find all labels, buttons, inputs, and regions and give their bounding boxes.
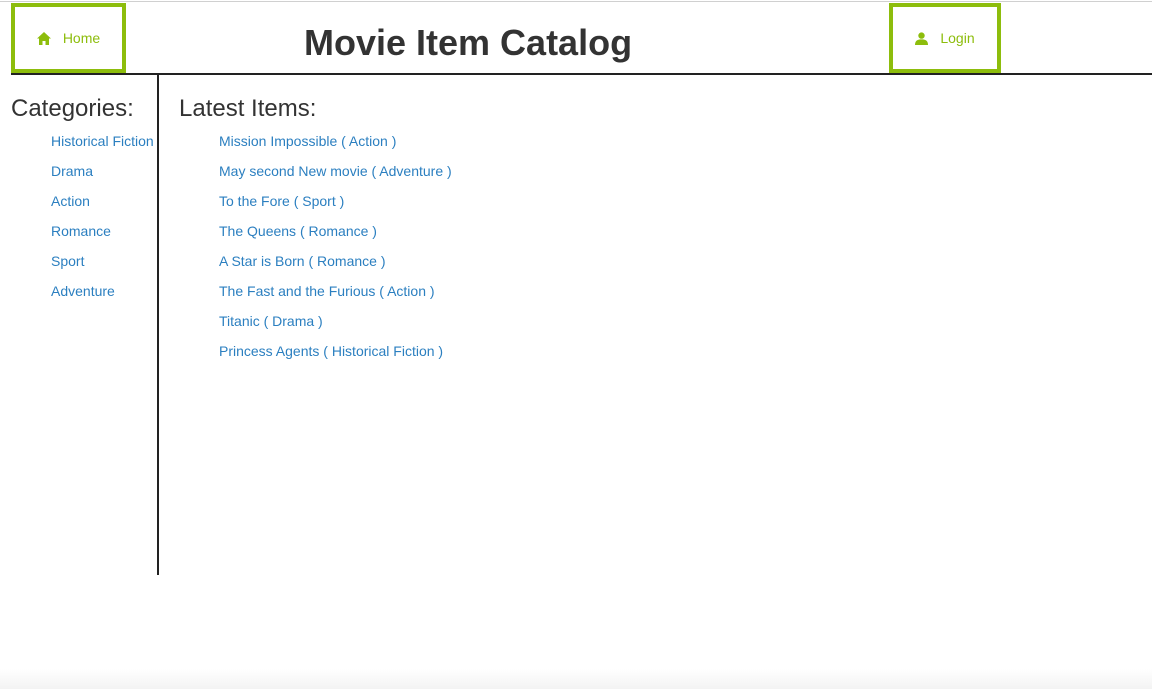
list-item: Titanic ( Drama ): [219, 311, 452, 341]
category-link-action[interactable]: Action: [51, 193, 90, 209]
category-item: Adventure: [51, 281, 156, 311]
categories-list: Historical Fiction Drama Action Romance …: [51, 131, 156, 311]
category-item: Historical Fiction: [51, 131, 156, 161]
categories-heading: Categories:: [11, 95, 134, 122]
category-link-drama[interactable]: Drama: [51, 163, 93, 179]
latest-items-heading: Latest Items:: [179, 95, 317, 122]
category-item: Romance: [51, 221, 156, 251]
login-button[interactable]: Login: [889, 3, 1001, 73]
list-item: The Queens ( Romance ): [219, 221, 452, 251]
category-link-adventure[interactable]: Adventure: [51, 283, 115, 299]
home-button-label: Home: [62, 30, 101, 46]
item-link[interactable]: Titanic ( Drama ): [219, 313, 323, 329]
item-link[interactable]: The Fast and the Furious ( Action ): [219, 283, 435, 299]
bottom-fade: [0, 669, 1152, 689]
category-item: Drama: [51, 161, 156, 191]
item-link[interactable]: Princess Agents ( Historical Fiction ): [219, 343, 443, 359]
home-button[interactable]: Home: [11, 3, 126, 73]
category-item: Sport: [51, 251, 156, 281]
category-link-romance[interactable]: Romance: [51, 223, 111, 239]
item-link[interactable]: The Queens ( Romance ): [219, 223, 377, 239]
list-item: May second New movie ( Adventure ): [219, 161, 452, 191]
category-item: Action: [51, 191, 156, 221]
list-item: A Star is Born ( Romance ): [219, 251, 452, 281]
latest-items-list: Mission Impossible ( Action ) May second…: [219, 131, 452, 371]
header-divider: [11, 73, 1152, 75]
list-item: Mission Impossible ( Action ): [219, 131, 452, 161]
sidebar-divider: [157, 75, 159, 575]
top-rule: [0, 1, 1152, 2]
item-link[interactable]: To the Fore ( Sport ): [219, 193, 344, 209]
item-link[interactable]: A Star is Born ( Romance ): [219, 253, 386, 269]
list-item: Princess Agents ( Historical Fiction ): [219, 341, 452, 371]
item-link[interactable]: Mission Impossible ( Action ): [219, 133, 396, 149]
category-link-historical-fiction[interactable]: Historical Fiction: [51, 133, 154, 149]
list-item: To the Fore ( Sport ): [219, 191, 452, 221]
page-title: Movie Item Catalog: [304, 22, 633, 63]
user-icon: [915, 31, 929, 45]
category-link-sport[interactable]: Sport: [51, 253, 84, 269]
list-item: The Fast and the Furious ( Action ): [219, 281, 452, 311]
login-button-label: Login: [940, 30, 975, 46]
item-link[interactable]: May second New movie ( Adventure ): [219, 163, 452, 179]
home-icon: [36, 31, 51, 45]
